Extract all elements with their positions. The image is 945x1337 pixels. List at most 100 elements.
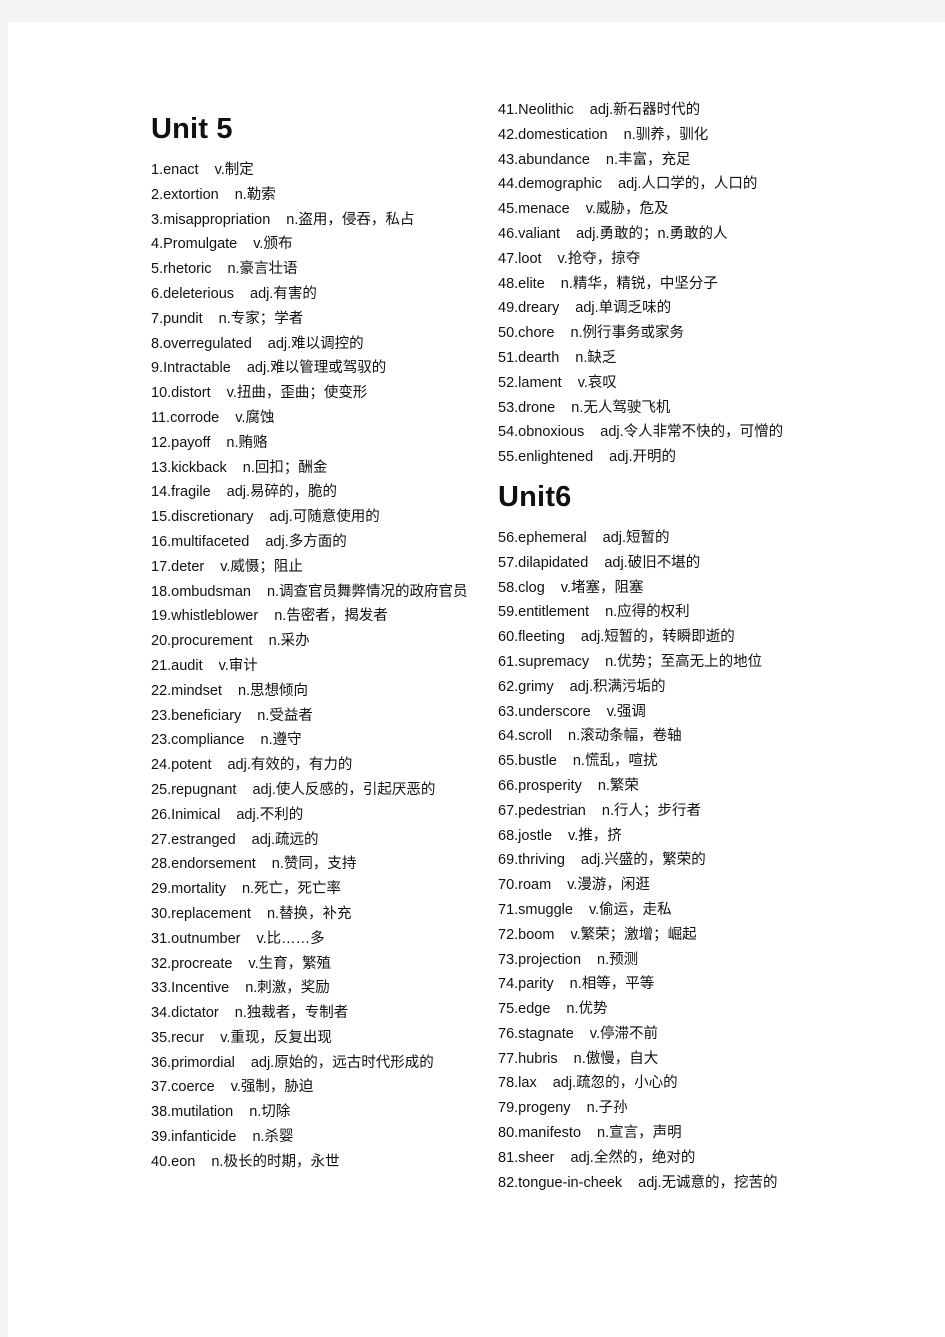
vocab-definition: v.制定 (214, 162, 254, 178)
vocab-term: 26.Inimical (151, 806, 221, 823)
vocab-term: 40.eon (151, 1153, 196, 1170)
vocab-entry: 47.loot v.抢夺，掠夺 (498, 247, 828, 272)
vocab-definition: n.滚动条幅，卷轴 (568, 728, 682, 745)
vocab-term: 48.elite (498, 275, 545, 292)
vocab-term: 46.valiant (498, 225, 561, 242)
vocab-entry: 67.pedestrian n.行人；步行者 (498, 799, 828, 824)
vocab-entry: 29.mortality n.死亡，死亡率 (151, 877, 481, 902)
vocab-term: 50.chore (498, 325, 555, 342)
vocab-definition: adj.全然的，绝对的 (570, 1149, 696, 1166)
vocab-definition: n.刺激，奖励 (245, 980, 330, 997)
vocab-entry: 51.dearth n.缺乏 (498, 346, 828, 371)
vocab-definition: v.审计 (218, 657, 258, 674)
vocab-entry: 77.hubris n.傲慢，自大 (498, 1047, 828, 1072)
vocab-entry: 68.jostle v.推，挤 (498, 824, 828, 849)
vocab-entry: 4.Promulgate v.颁布 (151, 232, 481, 257)
vocab-term: 45.menace (498, 201, 570, 218)
vocab-definition: v.威慑；阻止 (220, 558, 303, 575)
vocab-term: 23.compliance (151, 732, 245, 749)
vocab-entry: 72.boom v.繁荣；激增；崛起 (498, 923, 828, 948)
vocab-term: 31.outnumber (151, 930, 241, 947)
vocab-term: 47.loot (498, 250, 542, 267)
vocab-definition: adj.积满污垢的 (569, 678, 666, 695)
vocab-entry: 64.scroll n.滚动条幅，卷轴 (498, 724, 828, 749)
vocab-definition: v.漫游，闲逛 (567, 877, 650, 894)
vocab-entry: 13.kickback n.回扣；酬金 (151, 456, 481, 481)
vocab-entry: 10.distort v.扭曲，歪曲；使变形 (151, 381, 481, 406)
vocab-entry: 43.abundance n.丰富，充足 (498, 148, 828, 173)
vocab-definition: adj.勇敢的；n.勇敢的人 (576, 225, 728, 242)
vocab-entry: 66.prosperity n.繁荣 (498, 774, 828, 799)
vocab-entry: 54.obnoxious adj.令人非常不快的，可憎的 (498, 420, 828, 445)
vocab-definition: n.相等，平等 (569, 976, 655, 993)
vocab-term: 2.extortion (151, 186, 219, 203)
vocab-definition: n.告密者，揭发者 (274, 608, 388, 625)
vocab-term: 17.deter (151, 558, 205, 575)
vocab-entry: 69.thriving adj.兴盛的，繁荣的 (498, 848, 828, 873)
vocab-term: 72.boom (498, 926, 555, 943)
vocab-term: 57.dilapidated (498, 554, 589, 571)
vocab-term: 77.hubris (498, 1050, 558, 1067)
vocab-entry: 75.edge n.优势 (498, 997, 828, 1022)
vocab-definition: n.丰富，充足 (605, 151, 691, 168)
vocab-definition: n.优势；至高无上的地位 (605, 653, 763, 670)
vocab-definition: v.腐蚀 (235, 409, 275, 426)
vocab-entry: 59.entitlement n.应得的权利 (498, 600, 828, 625)
vocab-term: 18.ombudsman (151, 583, 251, 600)
vocab-entry: 60.fleeting adj.短暂的，转瞬即逝的 (498, 625, 828, 650)
vocab-entry: 41.Neolithic adj.新石器时代的 (498, 98, 828, 123)
vocab-definition: n.缺乏 (575, 349, 617, 366)
vocab-definition: n.慌乱，喧扰 (572, 753, 658, 770)
vocab-entry: 42.domestication n.驯养，驯化 (498, 123, 828, 148)
vocab-term: 82.tongue-in-cheek (498, 1174, 623, 1191)
vocab-entry: 53.drone n.无人驾驶飞机 (498, 396, 828, 421)
vocab-entry: 24.potent adj.有效的，有力的 (151, 753, 481, 778)
vocab-entry: 27.estranged adj.疏远的 (151, 828, 481, 853)
vocab-term: 38.mutilation (151, 1104, 234, 1121)
vocab-term: 55.enlightened (498, 449, 594, 466)
vocab-definition: v.繁荣；激增；崛起 (570, 926, 697, 943)
vocab-term: 54.obnoxious (498, 424, 585, 441)
vocab-definition: n.专家；学者 (218, 310, 304, 327)
unit-6-heading: Unit6 (498, 480, 572, 513)
vocab-term: 52.lament (498, 374, 562, 391)
vocab-term: 4.Promulgate (151, 236, 238, 253)
vocab-definition: n.贿赂 (226, 434, 268, 451)
vocab-definition: adj.原始的，远古时代形成的 (250, 1054, 434, 1071)
vocab-definition: adj.易碎的，脆的 (226, 484, 338, 501)
vocab-definition: n.极长的时期，永世 (211, 1153, 340, 1170)
vocab-entry: 34.dictator n.独裁者，专制者 (151, 1001, 481, 1026)
vocab-term: 35.recur (151, 1029, 205, 1046)
vocab-term: 63.underscore (498, 703, 591, 720)
vocab-term: 66.prosperity (498, 777, 582, 794)
vocab-entry: 49.dreary adj.单调乏味的 (498, 296, 828, 321)
vocab-term: 39.infanticide (151, 1129, 237, 1146)
vocab-entry: 80.manifesto n.宣言，声明 (498, 1121, 828, 1146)
vocab-entry: 25.repugnant adj.使人反感的，引起厌恶的 (151, 778, 481, 803)
vocab-term: 37.coerce (151, 1079, 215, 1096)
vocab-term: 44.demographic (498, 176, 602, 193)
vocab-term: 68.jostle (498, 827, 553, 844)
vocab-term: 65.bustle (498, 753, 557, 770)
vocab-term: 32.procreate (151, 955, 233, 972)
vocab-entry: 19.whistleblower n.告密者，揭发者 (151, 604, 481, 629)
vocab-definition: n.受益者 (257, 707, 313, 724)
vocab-entry: 74.parity n.相等，平等 (498, 972, 828, 997)
vocab-definition: adj.短暂的 (602, 529, 670, 546)
vocab-entry: 62.grimy adj.积满污垢的 (498, 675, 828, 700)
vocab-term: 12.payoff (151, 434, 211, 451)
vocab-definition: v.颁布 (253, 236, 293, 253)
vocab-definition: adj.无诚意的，挖苦的 (638, 1174, 778, 1191)
vocab-entry: 31.outnumber v.比……多 (151, 927, 481, 952)
document-page: Unit 5 1.enact v.制定 2.extortion n.勒索 3.misap… (8, 22, 945, 1337)
vocab-entry: 22.mindset n.思想倾向 (151, 679, 481, 704)
vocab-entry: 32.procreate v.生育，繁殖 (151, 952, 481, 977)
vocab-entry: 46.valiant adj.勇敢的；n.勇敢的人 (498, 222, 828, 247)
vocab-entry: 28.endorsement n.赞同，支持 (151, 852, 481, 877)
vocab-term: 58.clog (498, 579, 545, 596)
vocab-term: 28.endorsement (151, 856, 256, 873)
vocab-term: 11.corrode (151, 409, 220, 426)
vocab-definition: v.强制，胁迫 (230, 1079, 314, 1096)
vocab-entry: 23.compliance n.遵守 (151, 728, 481, 753)
vocab-entry: 16.multifaceted adj.多方面的 (151, 530, 481, 555)
